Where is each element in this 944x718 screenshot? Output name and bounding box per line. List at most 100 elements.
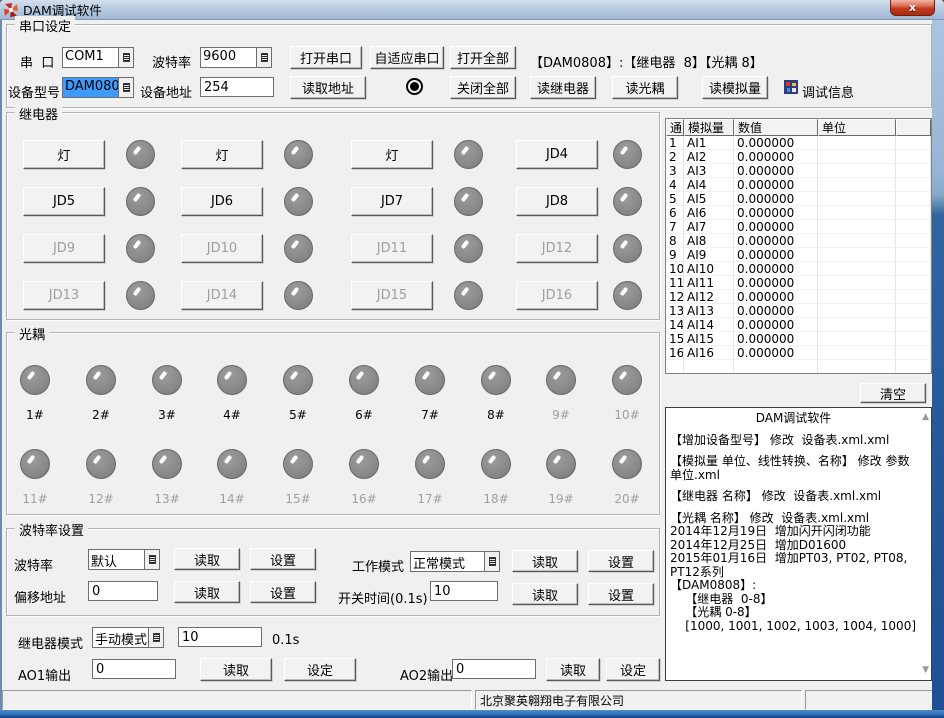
analog-table-cell: 13 — [666, 304, 684, 317]
analog-table-row[interactable]: 14AI140.000000 — [666, 318, 931, 332]
analog-table-empty-row[interactable] — [666, 360, 931, 374]
read-relay-button[interactable]: 读继电器 — [530, 76, 596, 99]
ao2-set-button[interactable]: 设定 — [606, 658, 660, 681]
relay-button-4[interactable]: JD4 — [516, 140, 598, 169]
baud-set-button[interactable]: 设置 — [250, 548, 316, 570]
analog-column-header[interactable]: 数值 — [734, 119, 818, 136]
relay-button-5[interactable]: JD5 — [23, 187, 105, 216]
dropdown-icon[interactable] — [144, 550, 159, 569]
dropdown-icon[interactable] — [118, 78, 133, 97]
relay-button-3[interactable]: 灯 — [351, 140, 433, 169]
dropdown-icon[interactable] — [484, 552, 499, 571]
ao2-read-button[interactable]: 读取 — [546, 658, 600, 681]
ao2-input[interactable] — [452, 659, 536, 679]
analog-table-row[interactable]: 16AI160.000000 — [666, 346, 931, 360]
analog-table-row[interactable]: 8AI80.000000 — [666, 234, 931, 248]
opto-label-7: 7# — [408, 408, 452, 422]
title-bar[interactable]: DAM调试软件 — [0, 0, 944, 20]
relay-button-6[interactable]: JD6 — [181, 187, 263, 216]
adaptive-serial-button[interactable]: 自适应串口 — [370, 46, 444, 69]
relay-mode-combo[interactable]: 手动模式 — [92, 627, 164, 648]
close-all-button[interactable]: 关闭全部 — [450, 76, 516, 99]
offset-address-input[interactable] — [88, 581, 158, 601]
device-model-combo[interactable]: DAM0808 — [62, 77, 134, 98]
dropdown-icon[interactable] — [148, 628, 163, 647]
relay-time-input[interactable] — [178, 627, 262, 647]
read-analog-button[interactable]: 读模拟量 — [702, 76, 768, 99]
analog-table-cell — [896, 360, 931, 373]
analog-table-row[interactable]: 10AI100.000000 — [666, 262, 931, 276]
dropdown-icon[interactable] — [118, 48, 133, 67]
offset-read-button[interactable]: 读取 — [174, 581, 240, 603]
analog-table-row[interactable]: 1AI10.000000 — [666, 136, 931, 150]
analog-column-header[interactable]: 通 — [666, 119, 684, 136]
scroll-down-icon[interactable]: ▼ — [922, 666, 929, 675]
analog-table-cell — [818, 290, 896, 303]
serial-port-combo[interactable]: COM1 — [62, 47, 134, 68]
analog-table-cell: AI10 — [684, 262, 734, 275]
switch-time-read-button[interactable]: 读取 — [512, 583, 578, 605]
status-panel-company: 北京聚英翱翔电子有限公司 — [475, 690, 802, 710]
analog-column-header[interactable]: 模拟量 — [684, 119, 734, 136]
analog-table-row[interactable]: 7AI70.000000 — [666, 220, 931, 234]
analog-table-cell — [818, 332, 896, 345]
analog-table-cell: 0.000000 — [734, 192, 818, 205]
ao1-input[interactable] — [92, 659, 176, 679]
analog-table-cell: 8 — [666, 234, 684, 247]
analog-table-row[interactable]: 3AI30.000000 — [666, 164, 931, 178]
baud-read-button[interactable]: 读取 — [174, 548, 240, 570]
opto-led-12 — [86, 449, 116, 479]
ao1-read-button[interactable]: 读取 — [200, 658, 272, 681]
analog-table-row[interactable]: 6AI60.000000 — [666, 206, 931, 220]
analog-table-cell — [896, 178, 931, 191]
open-all-button[interactable]: 打开全部 — [450, 46, 516, 69]
analog-table-row[interactable]: 4AI40.000000 — [666, 178, 931, 192]
analog-table-row[interactable]: 15AI150.000000 — [666, 332, 931, 346]
clear-log-button[interactable]: 清空 — [860, 383, 926, 403]
log-line: 2015年01月16日 增加PT03, PT02, PT08, PT12系列 — [670, 552, 917, 579]
dropdown-icon[interactable] — [256, 48, 271, 67]
open-serial-button[interactable]: 打开串口 — [290, 46, 362, 69]
relay-button-7[interactable]: JD7 — [351, 187, 433, 216]
relay-button-1[interactable]: 灯 — [23, 140, 105, 169]
analog-table-cell: 0.000000 — [734, 150, 818, 163]
analog-table-row[interactable]: 11AI110.000000 — [666, 276, 931, 290]
ao1-set-button[interactable]: 设定 — [284, 658, 356, 681]
analog-table-row[interactable]: 13AI130.000000 — [666, 304, 931, 318]
work-mode-value: 正常模式 — [411, 552, 484, 571]
analog-table-header: 通模拟量数值单位 — [666, 119, 931, 136]
relay-button-2[interactable]: 灯 — [181, 140, 263, 169]
analog-table-row[interactable]: 12AI120.000000 — [666, 290, 931, 304]
relay-button-14: JD14 — [181, 281, 263, 310]
analog-table-row[interactable]: 2AI20.000000 — [666, 150, 931, 164]
analog-column-header[interactable] — [896, 119, 931, 136]
work-mode-read-button[interactable]: 读取 — [512, 550, 578, 572]
device-address-input[interactable] — [200, 77, 274, 97]
analog-table-row[interactable]: 5AI50.000000 — [666, 192, 931, 206]
window-border-left — [0, 20, 2, 710]
scroll-up-icon[interactable]: ▲ — [922, 413, 929, 422]
opto-label-18: 18# — [474, 492, 518, 506]
debug-info-icon[interactable] — [784, 80, 798, 94]
analog-table-cell: AI7 — [684, 220, 734, 233]
analog-table-row[interactable]: 9AI90.000000 — [666, 248, 931, 262]
read-address-button[interactable]: 读取地址 — [290, 76, 366, 99]
close-button[interactable]: x — [890, 0, 935, 16]
baud-rate-combo[interactable]: 9600 — [200, 47, 272, 68]
analog-column-header[interactable]: 单位 — [818, 119, 896, 136]
read-opto-button[interactable]: 读光耦 — [612, 76, 678, 99]
switch-time-set-button[interactable]: 设置 — [588, 583, 654, 605]
opto-label-4: 4# — [210, 408, 254, 422]
relay-time-unit-label: 0.1s — [272, 633, 299, 648]
offset-set-button[interactable]: 设置 — [250, 581, 316, 603]
serial-port-label: 串 口 — [20, 52, 54, 71]
switch-time-input[interactable] — [430, 581, 498, 601]
work-mode-combo[interactable]: 正常模式 — [410, 551, 500, 572]
serial-port-value: COM1 — [63, 48, 118, 67]
analog-table-cell — [896, 332, 931, 345]
baud-setting-combo[interactable]: 默认 — [88, 549, 160, 570]
opto-led-6 — [349, 365, 379, 395]
relay-button-8[interactable]: JD8 — [516, 187, 598, 216]
log-area[interactable]: DAM调试软件【增加设备型号】 修改 设备表.xml.xml【模拟量 单位、线性… — [665, 407, 932, 681]
work-mode-set-button[interactable]: 设置 — [588, 550, 654, 572]
